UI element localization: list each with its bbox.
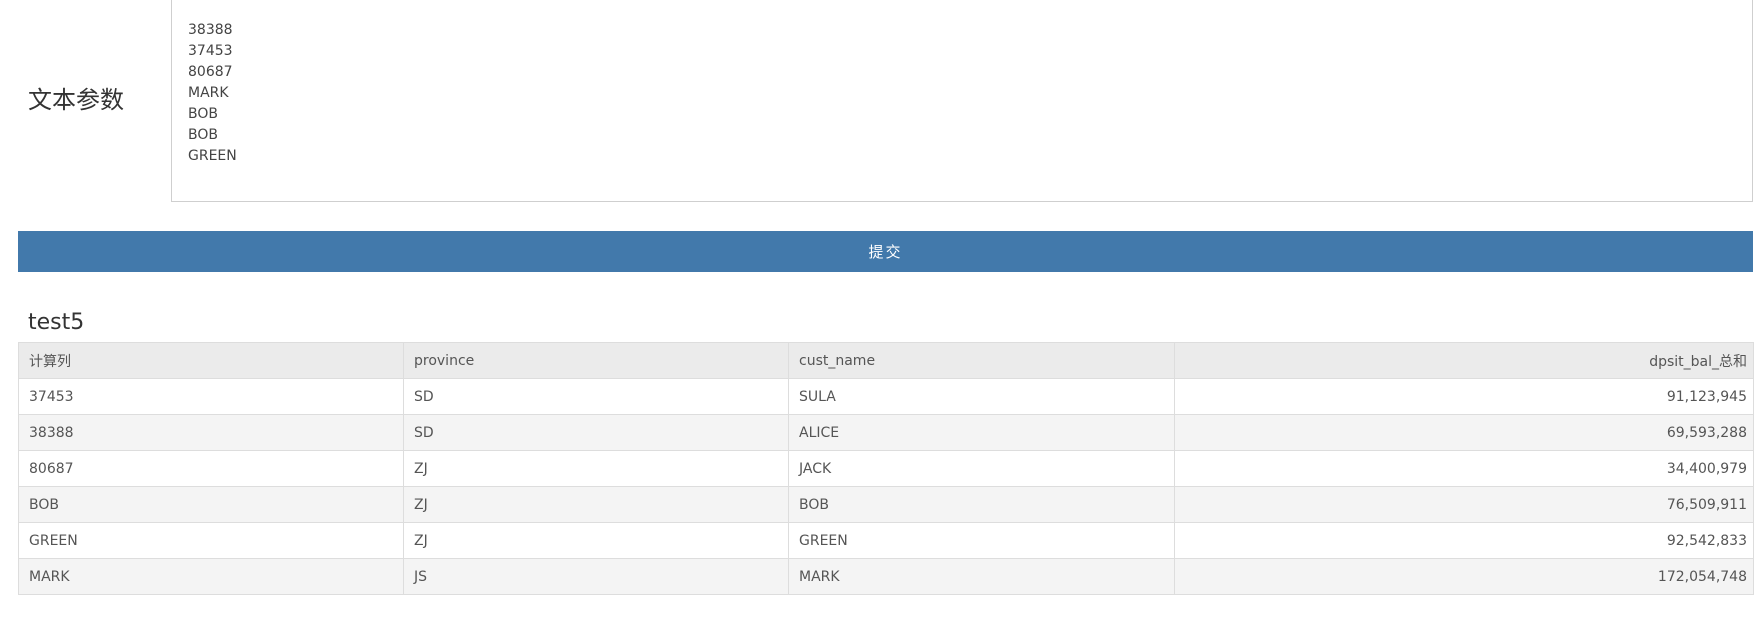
column-header-calc[interactable]: 计算列 [18, 342, 404, 379]
cell-calc: 80687 [18, 450, 404, 487]
cell-dpsit-bal-sum: 92,542,833 [1174, 522, 1754, 559]
result-table: 计算列 province cust_name dpsit_bal_总和 3745… [18, 342, 1754, 595]
table-row: 37453 SD SULA 91,123,945 [18, 378, 1754, 415]
text-param-input[interactable] [171, 0, 1753, 202]
cell-province: SD [403, 414, 789, 451]
column-header-cust-name[interactable]: cust_name [788, 342, 1175, 379]
column-header-province[interactable]: province [403, 342, 789, 379]
cell-cust-name: SULA [788, 378, 1175, 415]
cell-dpsit-bal-sum: 91,123,945 [1174, 378, 1754, 415]
table-row: 80687 ZJ JACK 34,400,979 [18, 450, 1754, 487]
cell-cust-name: ALICE [788, 414, 1175, 451]
text-param-row: 文本参数 [0, 0, 1764, 202]
table-header-row: 计算列 province cust_name dpsit_bal_总和 [18, 342, 1754, 379]
cell-calc: 37453 [18, 378, 404, 415]
cell-cust-name: JACK [788, 450, 1175, 487]
cell-dpsit-bal-sum: 76,509,911 [1174, 486, 1754, 523]
cell-calc: MARK [18, 558, 404, 595]
cell-calc: GREEN [18, 522, 404, 559]
cell-cust-name: MARK [788, 558, 1175, 595]
table-row: MARK JS MARK 172,054,748 [18, 558, 1754, 595]
column-header-dpsit-bal-sum[interactable]: dpsit_bal_总和 [1174, 342, 1754, 379]
cell-province: ZJ [403, 450, 789, 487]
cell-dpsit-bal-sum: 69,593,288 [1174, 414, 1754, 451]
cell-province: JS [403, 558, 789, 595]
text-param-label: 文本参数 [28, 86, 124, 114]
table-row: GREEN ZJ GREEN 92,542,833 [18, 522, 1754, 559]
cell-province: ZJ [403, 486, 789, 523]
table-row: BOB ZJ BOB 76,509,911 [18, 486, 1754, 523]
cell-cust-name: GREEN [788, 522, 1175, 559]
table-row: 38388 SD ALICE 69,593,288 [18, 414, 1754, 451]
cell-cust-name: BOB [788, 486, 1175, 523]
submit-button[interactable]: 提交 [18, 231, 1753, 272]
cell-calc: 38388 [18, 414, 404, 451]
cell-province: ZJ [403, 522, 789, 559]
cell-dpsit-bal-sum: 34,400,979 [1174, 450, 1754, 487]
table-title: test5 [28, 310, 85, 335]
cell-province: SD [403, 378, 789, 415]
cell-dpsit-bal-sum: 172,054,748 [1174, 558, 1754, 595]
cell-calc: BOB [18, 486, 404, 523]
